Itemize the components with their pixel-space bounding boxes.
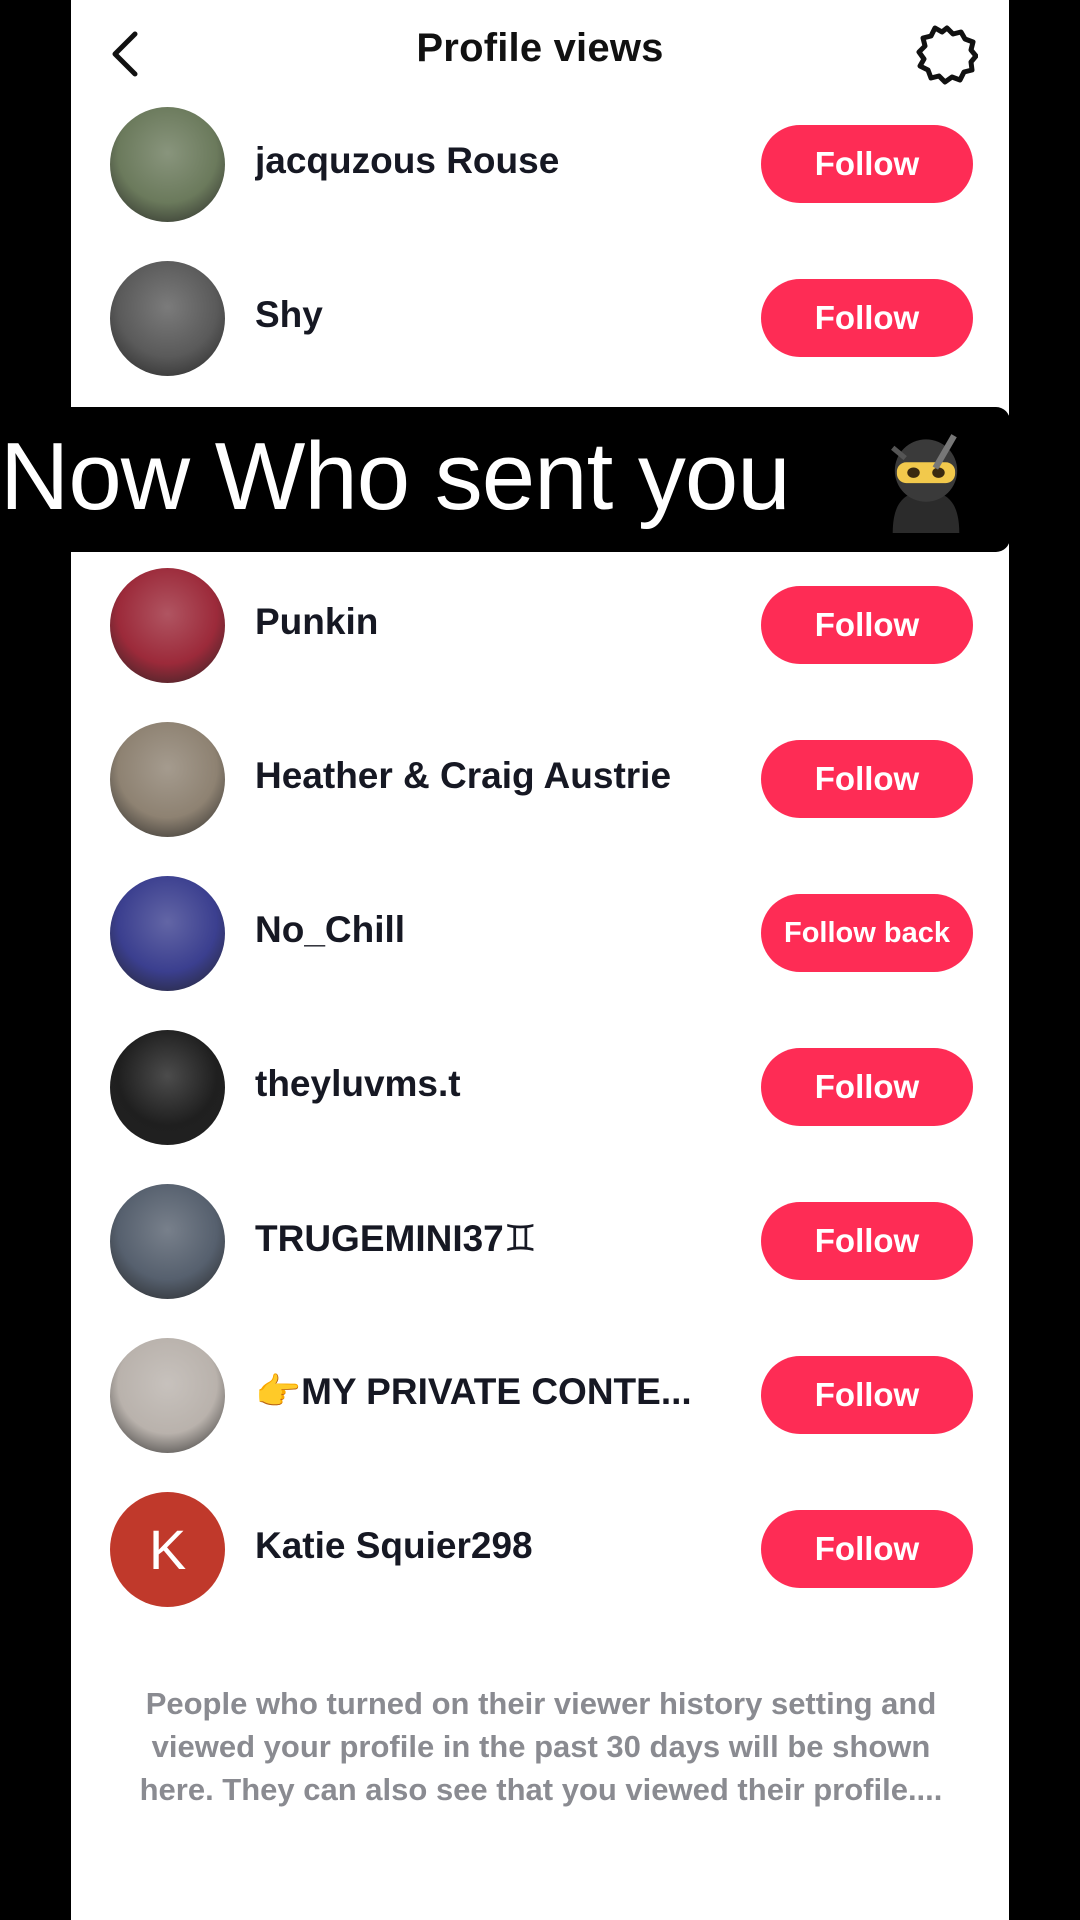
avatar-photo [110,722,225,837]
avatar[interactable]: K [110,1492,225,1607]
avatar[interactable] [110,1338,225,1453]
avatar[interactable] [110,1030,225,1145]
follow-button[interactable]: Follow [761,1048,973,1126]
viewer-row[interactable]: Heather & Craig Austrie Follow [71,722,1009,876]
gear-icon[interactable] [916,23,978,85]
username[interactable]: No_Chill [255,909,785,951]
avatar-photo [110,1338,225,1453]
follow-button[interactable]: Follow [761,1356,973,1434]
viewer-row[interactable]: Punkin Follow [71,568,1009,722]
follow-button[interactable]: Follow [761,1202,973,1280]
overlay-caption: Now Who sent you [0,407,1010,552]
username[interactable]: Shy [255,294,785,336]
follow-button[interactable]: Follow [761,586,973,664]
avatar[interactable] [110,107,225,222]
username[interactable]: TRUGEMINI37♊ [255,1217,785,1260]
avatar-photo [110,1184,225,1299]
viewer-row[interactable]: Shy Follow [71,261,1009,415]
ninja-emoji-icon [891,434,960,533]
viewer-row[interactable]: 👉MY PRIVATE CONTE... Follow [71,1338,1009,1492]
follow-back-button[interactable]: Follow back [761,894,973,972]
username[interactable]: Punkin [255,601,785,643]
avatar[interactable] [110,568,225,683]
viewer-row[interactable]: No_Chill Follow back [71,876,1009,1030]
avatar-photo [110,876,225,991]
profile-views-panel: Profile views jacquzous Rouse Follow Shy Fo… [71,0,1009,1920]
page-title: Profile views [416,26,664,70]
follow-button[interactable]: Follow [761,279,973,357]
avatar-photo [110,261,225,376]
avatar-initial: K [148,1518,187,1581]
username[interactable]: Heather & Craig Austrie [255,755,785,797]
avatar[interactable] [110,722,225,837]
username[interactable]: theyluvms.t [255,1063,785,1105]
viewer-row[interactable]: TRUGEMINI37♊ Follow [71,1184,1009,1338]
follow-button[interactable]: Follow [761,125,973,203]
follow-button[interactable]: Follow [761,1510,973,1588]
viewer-history-note: People who turned on their viewer histor… [139,1686,943,1807]
viewer-row[interactable]: jacquzous Rouse Follow [71,107,1009,261]
avatar-photo [110,1030,225,1145]
viewer-row[interactable]: K Katie Squier298 Follow [71,1492,1009,1646]
avatar-photo [110,568,225,683]
username[interactable]: 👉MY PRIVATE CONTE... [255,1371,785,1414]
follow-button[interactable]: Follow [761,740,973,818]
avatar[interactable] [110,261,225,376]
avatar[interactable] [110,876,225,991]
avatar-photo [110,107,225,222]
header: Profile views [71,0,1009,105]
username[interactable]: Katie Squier298 [255,1525,785,1567]
avatar[interactable] [110,1184,225,1299]
viewer-row[interactable]: theyluvms.t Follow [71,1030,1009,1184]
overlay-caption-text: Now Who sent you [0,423,791,530]
username[interactable]: jacquzous Rouse [255,140,785,182]
